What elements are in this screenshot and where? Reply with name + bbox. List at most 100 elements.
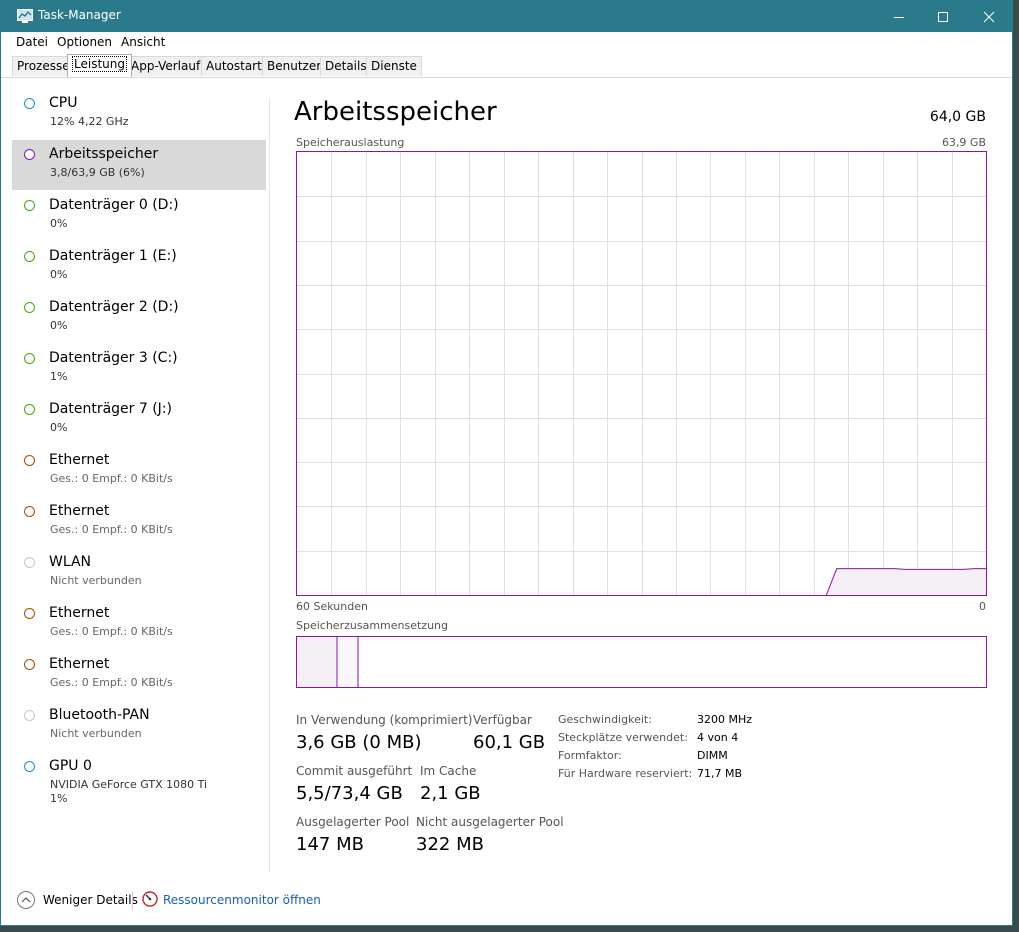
menu-ansicht[interactable]: Ansicht (121, 35, 165, 49)
status-dot-icon (24, 98, 35, 109)
status-dot-icon (24, 200, 35, 211)
sidebar-item-label: Ethernet (49, 503, 110, 519)
sidebar-item-label: GPU 0 (49, 758, 92, 774)
sidebar-item-detail: 1% (50, 370, 68, 383)
composition-label: Speicherzusammensetzung (296, 619, 448, 632)
tab-label: Prozesse (17, 59, 70, 73)
page-title: Arbeitsspeicher (294, 97, 497, 127)
sidebar-item-gpu-0[interactable]: GPU 0 NVIDIA GeForce GTX 1080 Ti 1% (12, 752, 266, 805)
status-dot-icon (24, 455, 35, 466)
sidebar-item-datenträger-0-d[interactable]: Datenträger 0 (D:) 0% (12, 191, 266, 241)
sidebar-item-datenträger-7-j[interactable]: Datenträger 7 (J:) 0% (12, 395, 266, 445)
commit-value: 5,5/73,4 GB (296, 783, 403, 804)
tab-app-verlauf[interactable]: App-Verlauf (126, 56, 206, 76)
usage-label: Speicherauslastung (296, 136, 405, 149)
memory-usage-chart (297, 152, 986, 595)
sidebar-item-ethernet[interactable]: Ethernet Ges.: 0 Empf.: 0 KBit/s (12, 446, 266, 496)
memory-usage-area (826, 568, 986, 595)
tab-label: Details (325, 59, 367, 73)
chevron-up-icon (21, 897, 31, 903)
sidebar-item-label: Datenträger 1 (E:) (49, 248, 177, 264)
tab-strip: Prozesse Leistung App-Verlauf Autostart … (1, 53, 1012, 78)
sidebar-item-detail: Ges.: 0 Empf.: 0 KBit/s (50, 472, 173, 485)
nonpaged-pool-label: Nicht ausgelagerter Pool (416, 815, 564, 829)
memory-total: 64,0 GB (929, 109, 986, 125)
status-dot-icon (24, 608, 35, 619)
tab-leistung[interactable]: Leistung (67, 54, 132, 77)
resource-monitor-icon[interactable] (142, 891, 158, 907)
tab-dienste[interactable]: Dienste (366, 56, 422, 76)
sidebar-item-detail: 0% (50, 268, 68, 281)
sidebar-item-datenträger-2-d[interactable]: Datenträger 2 (D:) 0% (12, 293, 266, 343)
sidebar-item-detail: NVIDIA GeForce GTX 1080 Ti (50, 778, 208, 791)
sidebar-item-label: Datenträger 2 (D:) (49, 299, 179, 315)
maximize-button[interactable] (920, 1, 966, 32)
usage-max-label: 63,9 GB (941, 136, 986, 149)
tab-benutzer[interactable]: Benutzer (262, 56, 327, 76)
status-dot-icon (24, 659, 35, 670)
resource-monitor-link[interactable]: Ressourcenmonitor öffnen (163, 893, 321, 907)
sidebar-item-label: Ethernet (49, 452, 110, 468)
paged-pool-label: Ausgelagerter Pool (296, 815, 410, 829)
status-dot-icon (24, 149, 35, 160)
title-bar[interactable]: Task-Manager (1, 1, 1012, 32)
sidebar-item-detail: 12% 4,22 GHz (50, 115, 129, 128)
sidebar-item-label: Datenträger 3 (C:) (49, 350, 178, 366)
tab-autostart[interactable]: Autostart (201, 56, 267, 76)
footer: Weniger Details Ressourcenmonitor öffnen (1, 883, 1012, 923)
sidebar-item-ethernet[interactable]: Ethernet Ges.: 0 Empf.: 0 KBit/s (12, 650, 266, 700)
sidebar-item-ethernet[interactable]: Ethernet Ges.: 0 Empf.: 0 KBit/s (12, 497, 266, 547)
status-dot-icon (24, 710, 35, 721)
less-details-link[interactable]: Weniger Details (43, 893, 138, 907)
less-details-button[interactable] (17, 891, 35, 909)
slots-value: 4 von 4 (697, 731, 739, 744)
tab-prozesse[interactable]: Prozesse (12, 56, 75, 76)
sidebar-item-label: WLAN (49, 554, 92, 570)
status-dot-icon (24, 404, 35, 415)
tab-label: Dienste (371, 59, 417, 73)
speed-value: 3200 MHz (697, 713, 753, 726)
menu-optionen[interactable]: Optionen (57, 35, 112, 49)
menu-datei[interactable]: Datei (16, 35, 48, 49)
memory-composition-bar (296, 636, 987, 688)
status-dot-icon (24, 302, 35, 313)
task-manager-icon (17, 9, 33, 23)
sidebar-item-detail: Ges.: 0 Empf.: 0 KBit/s (50, 523, 173, 536)
tab-label: Autostart (206, 59, 262, 73)
sidebar-item-label: CPU (49, 95, 78, 111)
status-dot-icon (24, 761, 35, 772)
task-manager-window: Task-Manager Datei Optionen Ansicht Proz… (0, 0, 1013, 926)
status-dot-icon (24, 251, 35, 262)
sidebar-item-label: Arbeitsspeicher (49, 146, 159, 162)
sidebar-item-label: Datenträger 7 (J:) (49, 401, 172, 417)
hw-reserved-value: 71,7 MB (697, 767, 743, 780)
sidebar-item-label: Ethernet (49, 656, 110, 672)
minimize-button[interactable] (876, 1, 922, 32)
sidebar-item-bluetooth-pan[interactable]: Bluetooth-PAN Nicht verbunden (12, 701, 266, 751)
sidebar-item-ethernet[interactable]: Ethernet Ges.: 0 Empf.: 0 KBit/s (12, 599, 266, 649)
minimize-icon (894, 16, 904, 18)
nonpaged-pool-value: 322 MB (416, 834, 484, 855)
status-dot-icon (24, 557, 35, 568)
sidebar-item-wlan[interactable]: WLAN Nicht verbunden (12, 548, 266, 598)
sidebar-item-detail: Ges.: 0 Empf.: 0 KBit/s (50, 676, 173, 689)
sidebar-item-datenträger-1-e[interactable]: Datenträger 1 (E:) 0% (12, 242, 266, 292)
sidebar-item-detail-2: 1% (50, 792, 68, 805)
composition-in-use (297, 637, 337, 687)
paged-pool-value: 147 MB (296, 834, 364, 855)
sidebar-divider (269, 98, 270, 873)
sidebar-item-cpu[interactable]: CPU 12% 4,22 GHz (12, 89, 266, 139)
close-button[interactable] (966, 1, 1012, 32)
sidebar-item-detail: Ges.: 0 Empf.: 0 KBit/s (50, 625, 173, 638)
cache-value: 2,1 GB (420, 783, 481, 804)
sidebar-item-arbeitsspeicher[interactable]: Arbeitsspeicher 3,8/63,9 GB (6%) (12, 140, 266, 190)
form-factor-label: Formfaktor: (558, 749, 622, 762)
sidebar-item-datenträger-3-c[interactable]: Datenträger 3 (C:) 1% (12, 344, 266, 394)
available-value: 60,1 GB (473, 732, 546, 753)
window-title: Task-Manager (38, 8, 121, 22)
speed-label: Geschwindigkeit: (558, 713, 652, 726)
maximize-icon (938, 11, 948, 22)
composition-standby (339, 637, 358, 687)
sidebar-item-detail: 0% (50, 217, 68, 230)
tab-details[interactable]: Details (320, 56, 372, 76)
